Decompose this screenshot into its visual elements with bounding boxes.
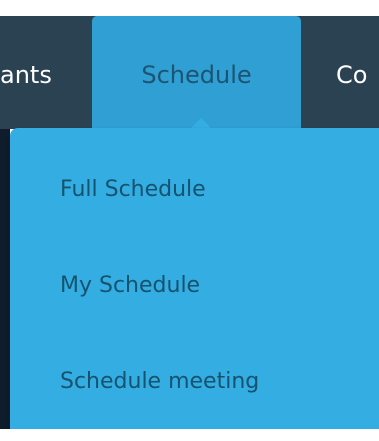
dropdown-item-schedule-meeting[interactable]: Schedule meeting: [60, 368, 259, 396]
top-navbar: ants Schedule Co: [0, 0, 379, 129]
nav-item-label: ants: [0, 61, 52, 89]
navbar-top-gap: [0, 0, 379, 16]
page-background-strip: [0, 129, 10, 429]
dropdown-item-my-schedule[interactable]: My Schedule: [60, 272, 200, 300]
nav-item-schedule[interactable]: Schedule: [92, 16, 301, 129]
nav-item-participants[interactable]: ants: [0, 60, 63, 90]
dropdown-item-full-schedule[interactable]: Full Schedule: [60, 176, 206, 204]
page-bottom-strip: [0, 429, 379, 441]
dropdown-item-label: Schedule meeting: [60, 369, 260, 394]
nav-item-label: Co: [336, 61, 368, 89]
dropdown-item-label: Full Schedule: [60, 177, 206, 202]
dropdown-item-label: My Schedule: [60, 273, 201, 298]
nav-item-contact[interactable]: Co: [336, 60, 379, 90]
schedule-dropdown-menu: Full Schedule My Schedule Schedule meeti…: [10, 128, 379, 430]
nav-item-label: Schedule: [141, 61, 252, 89]
